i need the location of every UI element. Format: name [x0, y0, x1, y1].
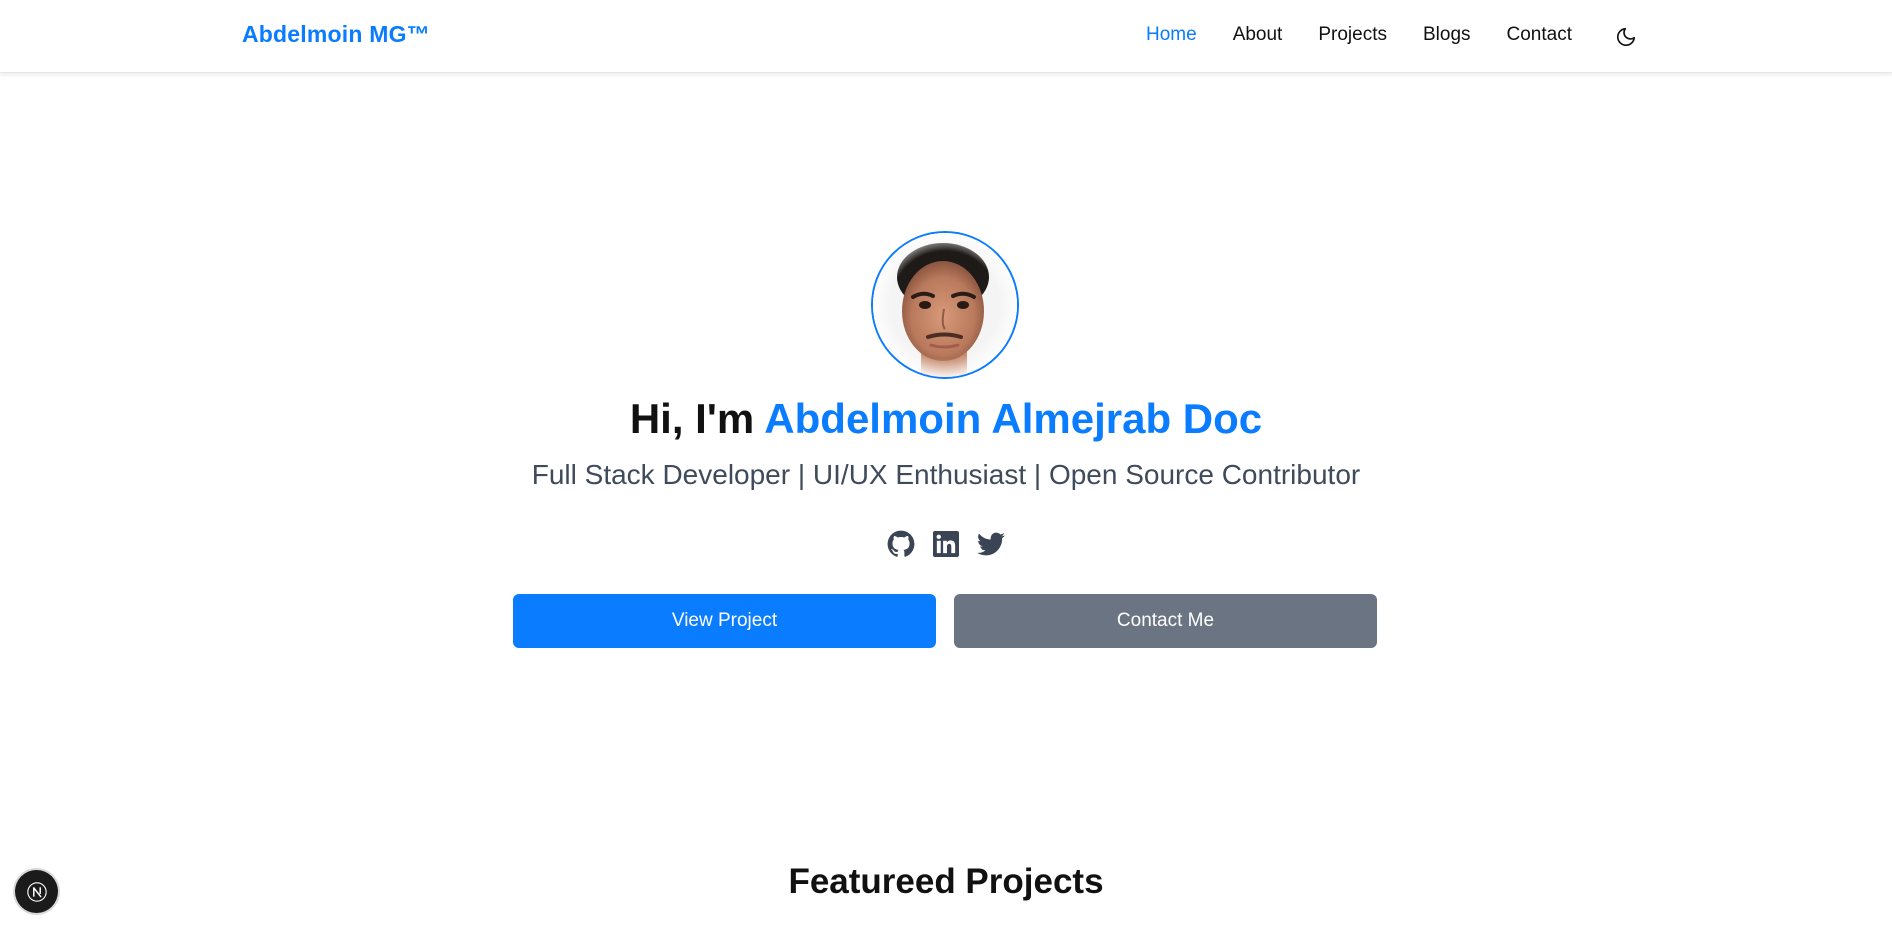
nextjs-icon: [26, 881, 47, 902]
github-icon: [887, 530, 915, 557]
hero-subtitle: Full Stack Developer | UI/UX Enthusiast …: [531, 459, 1361, 490]
nav-link-contact[interactable]: Contact: [1507, 24, 1572, 46]
github-link[interactable]: [887, 530, 915, 558]
moon-icon: [1616, 27, 1636, 47]
theme-toggle-button[interactable]: [1614, 25, 1638, 49]
navbar: Abdelmoin MG™ Home About Projects Blogs …: [0, 0, 1892, 73]
nav-links: Home About Projects Blogs Contact: [1146, 24, 1572, 46]
hero-headline: Hi, I'm Abdelmoin Almejrab Doc: [0, 395, 1892, 443]
social-links: [0, 530, 1892, 558]
nav-link-blogs[interactable]: Blogs: [1423, 24, 1471, 46]
hero-section: Hi, I'm Abdelmoin Almejrab Doc Full Stac…: [0, 73, 1892, 833]
avatar: [871, 231, 1019, 379]
nav-link-about[interactable]: About: [1233, 24, 1283, 46]
brand-logo-link[interactable]: Abdelmoin MG™: [242, 21, 430, 48]
twitter-link[interactable]: [977, 530, 1005, 558]
nav-link-projects[interactable]: Projects: [1318, 24, 1387, 46]
profile-photo: [873, 233, 1017, 377]
featured-projects-heading: Featureed Projects: [788, 862, 1104, 901]
hero-name: Abdelmoin Almejrab Doc: [764, 395, 1263, 442]
view-project-button[interactable]: View Project: [513, 594, 936, 648]
hero-greeting: Hi, I'm: [629, 395, 765, 442]
linkedin-icon: [933, 531, 959, 557]
nextjs-dev-indicator-button[interactable]: [15, 870, 58, 913]
nav-link-home[interactable]: Home: [1146, 24, 1197, 46]
twitter-icon: [977, 532, 1005, 556]
contact-me-button[interactable]: Contact Me: [954, 594, 1377, 648]
linkedin-link[interactable]: [932, 530, 960, 558]
